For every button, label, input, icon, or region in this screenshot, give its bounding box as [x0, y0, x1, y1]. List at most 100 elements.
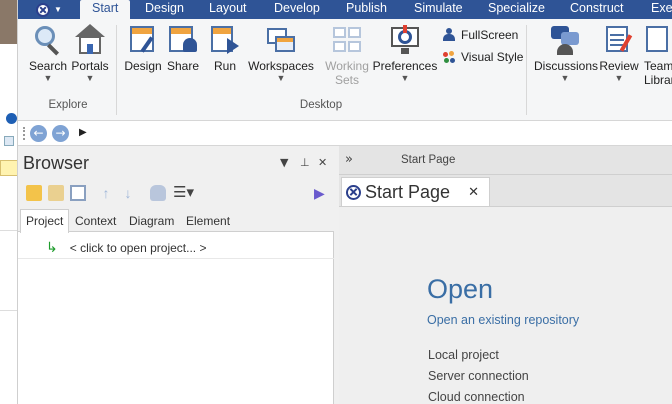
review-icon — [603, 24, 635, 56]
breadcrumb-chevron-icon[interactable]: ▶ — [79, 127, 87, 138]
start-page-content: Open Open an existing repository Local p… — [339, 206, 672, 404]
review-button[interactable]: Review ▼ — [598, 24, 640, 83]
review-label: Review — [599, 59, 639, 73]
document-tabs: Start Page ✕ — [339, 175, 672, 206]
tab-start-page-title: Start Page — [365, 181, 451, 202]
tab-execute[interactable]: Exec — [639, 0, 672, 19]
tree-structure-icon[interactable] — [70, 185, 86, 201]
new-package-icon[interactable] — [26, 185, 42, 201]
chevron-down-icon: ▼ — [54, 5, 62, 14]
team-library-label-line1: Team — [644, 59, 672, 73]
panel-menu-icon[interactable]: ▼ — [280, 156, 288, 169]
tab-layout[interactable]: Layout — [197, 0, 259, 19]
background-doc-icon — [4, 136, 14, 146]
design-icon — [127, 24, 159, 56]
workspaces-label: Workspaces — [248, 59, 314, 73]
ribbon-tab-bar: ▼ Start Design Layout Develop Publish Si… — [18, 0, 672, 19]
portals-label: Portals — [71, 59, 109, 73]
app-menu-button[interactable]: ▼ — [32, 0, 78, 19]
working-sets-icon — [331, 24, 363, 56]
forward-arrow-icon[interactable]: → — [52, 125, 69, 142]
tab-construct[interactable]: Construct — [558, 0, 636, 19]
tab-design[interactable]: Design — [133, 0, 196, 19]
search-label: Search — [28, 59, 68, 73]
browser-panel: Browser ▼ ⊥ ✕ ↑ ↓ ☰▾ ▶ Project Context D… — [18, 146, 334, 404]
move-down-icon[interactable]: ↓ — [120, 185, 136, 201]
background-window-strip — [0, 0, 18, 404]
tab-project[interactable]: Project — [20, 209, 70, 233]
tab-start[interactable]: Start — [80, 0, 131, 19]
server-connection-link[interactable]: Server connection — [428, 369, 529, 383]
background-thumbnail — [0, 0, 17, 44]
discussions-icon — [549, 24, 581, 56]
working-sets-label-line2: Sets — [334, 73, 359, 87]
close-icon[interactable]: ✕ — [318, 156, 327, 169]
touch-icon[interactable] — [150, 185, 166, 201]
background-selection — [0, 160, 17, 176]
preferences-button[interactable]: Preferences ▼ — [372, 24, 438, 83]
design-label: Design — [124, 59, 162, 73]
share-button[interactable]: Share — [166, 24, 200, 73]
workspaces-button[interactable]: Workspaces ▼ — [248, 24, 314, 83]
open-heading: Open — [427, 274, 494, 304]
team-library-label-line2: Librar — [644, 73, 672, 87]
menu-icon[interactable]: ☰▾ — [173, 185, 201, 201]
fullscreen-label: FullScreen — [461, 28, 519, 42]
design-button[interactable]: Design — [124, 24, 162, 73]
navigation-bar: ← → ▶ — [18, 121, 672, 146]
workspaces-icon — [265, 24, 297, 56]
portals-button[interactable]: Portals ▼ — [70, 24, 110, 83]
tab-specialize[interactable]: Specialize — [476, 0, 557, 19]
local-project-link[interactable]: Local project — [428, 348, 499, 362]
run-label: Run — [213, 59, 236, 73]
search-button[interactable]: Search ▼ — [28, 24, 68, 83]
tab-simulate[interactable]: Simulate — [402, 0, 475, 19]
ribbon-separator — [526, 25, 527, 115]
discussions-button[interactable]: Discussions ▼ — [534, 24, 599, 83]
open-project-row[interactable]: ↳ < click to open project... > — [46, 240, 206, 256]
close-icon[interactable]: ✕ — [468, 184, 479, 200]
tab-develop[interactable]: Develop — [262, 0, 332, 19]
start-page-area: » Start Page Start Page ✕ Open Open an e… — [339, 146, 672, 404]
open-folder-icon[interactable] — [48, 185, 64, 201]
visual-style-label: Visual Style — [461, 50, 524, 64]
fullscreen-button[interactable]: FullScreen — [442, 28, 518, 42]
visual-style-button[interactable]: Visual Style — [442, 50, 523, 64]
discussions-label: Discussions — [534, 59, 599, 73]
search-icon — [32, 24, 64, 56]
open-project-text[interactable]: < click to open project... > — [70, 241, 207, 255]
background-divider — [0, 230, 17, 231]
move-up-icon[interactable]: ↑ — [98, 185, 114, 201]
fullscreen-icon — [442, 28, 456, 42]
share-label: Share — [166, 59, 200, 73]
browser-tree-area — [18, 258, 334, 404]
working-sets-button[interactable]: Working Sets — [322, 24, 372, 87]
tab-start-page[interactable]: Start Page ✕ — [341, 177, 490, 206]
open-repository-link[interactable]: Open an existing repository — [427, 313, 579, 327]
run-button[interactable]: Run — [208, 24, 242, 73]
browser-header: Browser ▼ ⊥ ✕ — [18, 146, 334, 180]
chevron-down-icon: ▼ — [85, 73, 95, 83]
browser-tabs: Project Context Diagram Element — [18, 206, 334, 233]
home-icon — [74, 24, 106, 56]
background-divider — [0, 310, 17, 311]
browser-toolbar: ↑ ↓ ☰▾ ▶ — [18, 180, 334, 206]
explore-group-label: Explore — [48, 99, 88, 111]
pin-icon[interactable]: ⊥ — [300, 156, 310, 169]
tab-diagram[interactable]: Diagram — [124, 210, 179, 232]
chevron-down-icon: ▼ — [43, 73, 53, 83]
back-arrow-icon[interactable]: ← — [30, 125, 47, 142]
team-library-button[interactable]: Team Librar — [642, 24, 672, 87]
cloud-connection-link[interactable]: Cloud connection — [428, 390, 525, 404]
start-page-header: » Start Page — [339, 146, 672, 175]
tab-publish[interactable]: Publish — [334, 0, 399, 19]
preferences-label: Preferences — [372, 59, 438, 73]
tab-element[interactable]: Element — [181, 210, 235, 232]
header-caption: Start Page — [401, 154, 456, 166]
team-library-icon — [642, 24, 672, 56]
toolbar-grip[interactable] — [23, 127, 25, 140]
expand-panel-icon[interactable]: » — [345, 152, 353, 167]
go-arrow-icon[interactable]: ▶ — [314, 185, 330, 201]
tab-context[interactable]: Context — [70, 210, 121, 232]
chevron-down-icon: ▼ — [560, 73, 570, 83]
